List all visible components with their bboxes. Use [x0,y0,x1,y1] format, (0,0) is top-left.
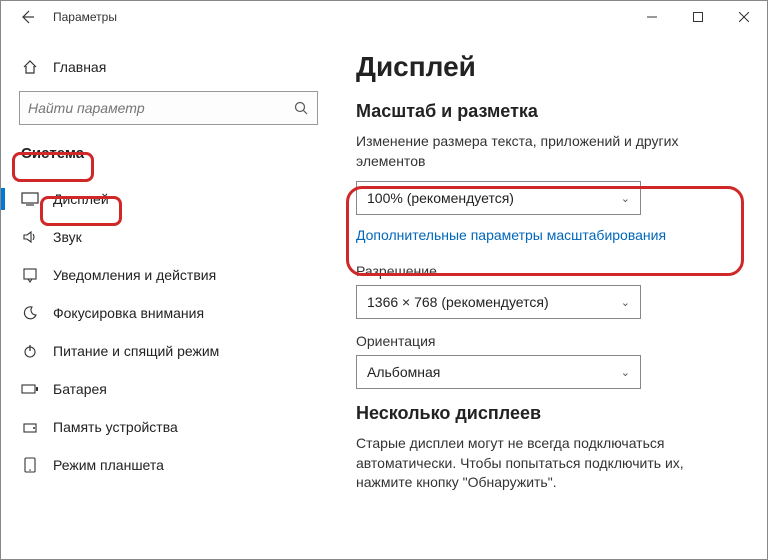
home-label: Главная [53,59,106,75]
close-button[interactable] [721,1,767,33]
page-title: Дисплей [356,51,737,83]
sidebar-item-label: Уведомления и действия [53,267,216,283]
sidebar: Главная Система Дисплей Звук [1,33,336,559]
sidebar-item-focus[interactable]: Фокусировка внимания [1,294,336,332]
sidebar-item-label: Звук [53,229,82,245]
orientation-value: Альбомная [367,364,440,380]
titlebar: Параметры [1,1,767,33]
home-link[interactable]: Главная [1,51,336,87]
search-input[interactable] [28,100,293,116]
sidebar-item-label: Режим планшета [53,457,164,473]
resolution-label: Разрешение [356,263,737,279]
section-heading-system: Система [9,137,96,170]
moon-icon [21,305,39,321]
sidebar-item-label: Дисплей [53,191,109,207]
storage-icon [21,419,39,435]
sound-icon [21,229,39,245]
sidebar-item-display[interactable]: Дисплей [1,180,336,218]
back-button[interactable] [19,9,35,25]
notification-icon [21,267,39,283]
tablet-icon [21,457,39,473]
section-scale: Масштаб и разметка [356,101,737,122]
chevron-down-icon: ⌄ [621,296,630,309]
sidebar-item-battery[interactable]: Батарея [1,370,336,408]
maximize-button[interactable] [675,1,721,33]
window-title: Параметры [53,10,117,24]
orientation-label: Ориентация [356,333,737,349]
sidebar-item-notifications[interactable]: Уведомления и действия [1,256,336,294]
chevron-down-icon: ⌄ [621,192,630,205]
sidebar-item-sound[interactable]: Звук [1,218,336,256]
sidebar-item-label: Питание и спящий режим [53,343,219,359]
display-icon [21,192,39,206]
orientation-dropdown[interactable]: Альбомная ⌄ [356,355,641,389]
sidebar-item-label: Батарея [53,381,107,397]
multi-description: Старые дисплеи могут не всегда подключат… [356,434,737,493]
window-controls [629,1,767,33]
power-icon [21,343,39,359]
advanced-scaling-link[interactable]: Дополнительные параметры масштабирования [356,227,666,243]
scale-value: 100% (рекомендуется) [367,190,514,206]
sidebar-item-storage[interactable]: Память устройства [1,408,336,446]
home-icon [21,59,39,75]
sidebar-item-label: Фокусировка внимания [53,305,204,321]
chevron-down-icon: ⌄ [621,366,630,379]
section-multiple-displays: Несколько дисплеев [356,403,737,424]
sidebar-item-power[interactable]: Питание и спящий режим [1,332,336,370]
sidebar-item-label: Память устройства [53,419,178,435]
scale-description: Изменение размера текста, приложений и д… [356,132,737,171]
minimize-button[interactable] [629,1,675,33]
sidebar-item-tablet[interactable]: Режим планшета [1,446,336,484]
search-box[interactable] [19,91,318,125]
battery-icon [21,383,39,395]
content-area: Дисплей Масштаб и разметка Изменение раз… [336,33,767,559]
scale-dropdown[interactable]: 100% (рекомендуется) ⌄ [356,181,641,215]
resolution-dropdown[interactable]: 1366 × 768 (рекомендуется) ⌄ [356,285,641,319]
search-icon [293,100,309,116]
resolution-value: 1366 × 768 (рекомендуется) [367,294,549,310]
